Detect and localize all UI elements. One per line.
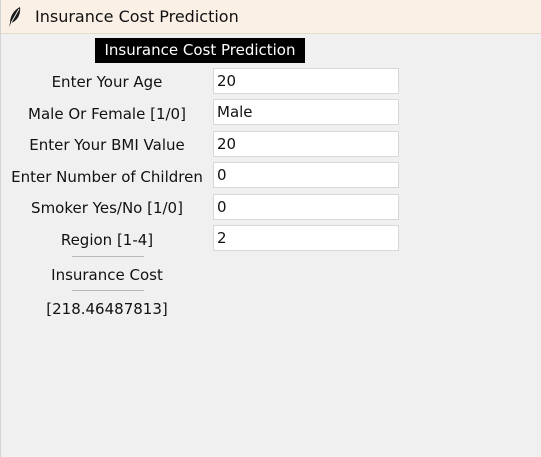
- button-bottom-edge: [72, 290, 144, 291]
- smoker-label: Smoker Yes/No [1/0]: [31, 199, 183, 217]
- form-heading: Insurance Cost Prediction: [95, 38, 305, 63]
- region-input[interactable]: [213, 225, 399, 251]
- age-input[interactable]: [213, 68, 399, 94]
- bmi-input[interactable]: [213, 131, 399, 157]
- window-title: Insurance Cost Prediction: [35, 7, 239, 26]
- prediction-result: [218.46487813]: [46, 300, 168, 318]
- region-label: Region [1-4]: [60, 231, 154, 249]
- feather-icon: [7, 6, 23, 28]
- children-label: Enter Number of Children: [11, 168, 203, 186]
- insurance-cost-button[interactable]: Insurance Cost: [45, 263, 169, 287]
- app-window: Insurance Cost Prediction Insurance Cost…: [0, 0, 541, 457]
- button-top-edge: [72, 256, 144, 257]
- title-bar[interactable]: Insurance Cost Prediction: [1, 0, 541, 34]
- smoker-input[interactable]: [213, 194, 399, 220]
- gender-label: Male Or Female [1/0]: [28, 105, 186, 123]
- age-label: Enter Your Age: [51, 73, 163, 91]
- children-input[interactable]: [213, 162, 399, 188]
- bmi-label: Enter Your BMI Value: [29, 136, 185, 154]
- gender-input[interactable]: [213, 99, 399, 125]
